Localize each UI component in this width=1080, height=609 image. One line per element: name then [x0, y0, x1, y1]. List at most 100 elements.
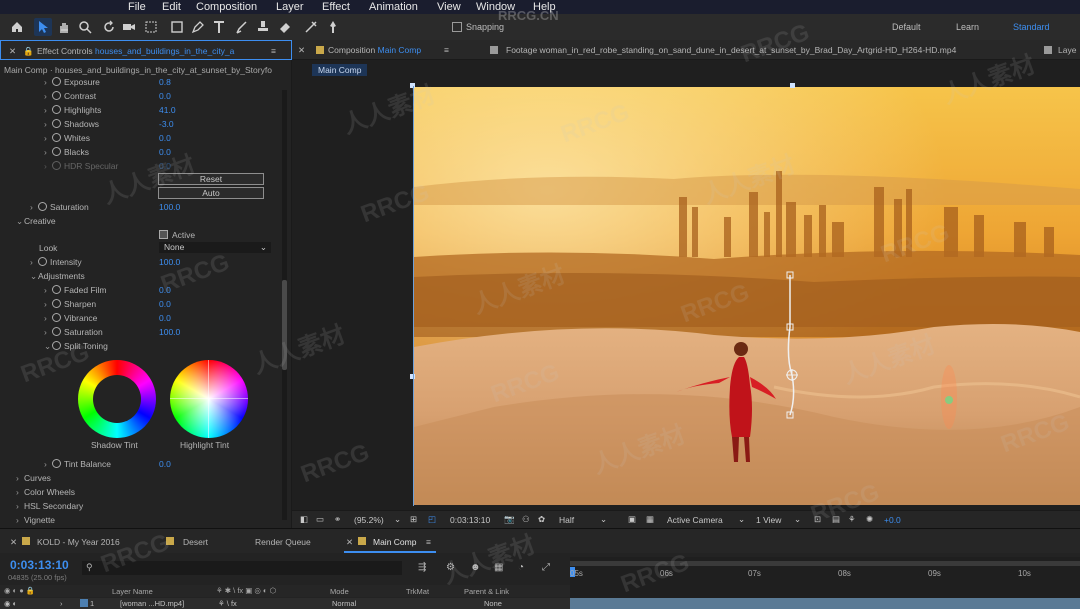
- intensity-value[interactable]: 100.0: [159, 257, 180, 267]
- hand-tool-icon[interactable]: [55, 18, 73, 36]
- adjust-prop-value[interactable]: 0.0: [159, 299, 171, 309]
- timeline-tab-render-queue[interactable]: Render Queue: [255, 537, 311, 547]
- shadow-tint-wheel[interactable]: [78, 360, 156, 438]
- comp-mini-flowchart-icon[interactable]: ⇶: [418, 562, 426, 573]
- layer-name-header[interactable]: Layer Name: [112, 587, 153, 596]
- stopwatch-icon[interactable]: [52, 77, 61, 86]
- layer-duration-bar[interactable]: [570, 598, 1080, 609]
- tone-prop-value[interactable]: 41.0: [159, 105, 176, 115]
- bounding-handle[interactable]: [790, 83, 795, 88]
- tone-prop-row[interactable]: › HDR Specular: [44, 161, 118, 174]
- effect-controls-tab[interactable]: Effect Controls houses_and_buildings_in_…: [37, 46, 234, 56]
- tone-prop-row[interactable]: › Contrast: [44, 91, 96, 104]
- stopwatch-icon[interactable]: [52, 313, 61, 322]
- layer-search-input[interactable]: ⚲: [82, 561, 402, 575]
- work-area-bar[interactable]: [570, 561, 1080, 566]
- graph-editor-icon[interactable]: ⤢: [542, 562, 550, 573]
- exposure-value[interactable]: +0.0: [884, 515, 901, 525]
- stopwatch-icon[interactable]: [52, 327, 61, 336]
- roto-brush-icon[interactable]: [302, 18, 320, 36]
- stopwatch-icon[interactable]: [52, 341, 61, 350]
- label-swatch[interactable]: [80, 599, 88, 607]
- resolution-value[interactable]: Half: [559, 515, 574, 525]
- stopwatch-icon[interactable]: [52, 119, 61, 128]
- pan-behind-icon[interactable]: [142, 18, 160, 36]
- time-ruler-area[interactable]: 05s 06s 07s 08s 09s 10s: [570, 557, 1080, 609]
- close-icon[interactable]: ✕: [9, 46, 16, 57]
- auto-button[interactable]: Auto: [158, 187, 264, 199]
- timeline-tab-kold[interactable]: KOLD - My Year 2016: [37, 537, 120, 547]
- frame-blending-icon[interactable]: ▦: [494, 562, 503, 573]
- menu-view[interactable]: View: [437, 0, 461, 14]
- parent-header[interactable]: Parent & Link: [464, 587, 509, 596]
- stopwatch-icon[interactable]: [52, 105, 61, 114]
- adjust-prop-value[interactable]: 0.0: [159, 313, 171, 323]
- tone-prop-value[interactable]: 0.0: [159, 161, 171, 171]
- close-icon[interactable]: ✕: [346, 537, 353, 548]
- shy-layers-icon[interactable]: ☻: [470, 562, 481, 573]
- zoom-tool-icon[interactable]: [76, 18, 94, 36]
- expand-arrow-icon[interactable]: ›: [44, 133, 52, 143]
- section-curves[interactable]: › Curves: [16, 473, 51, 486]
- adjustments-section[interactable]: ⌄Adjustments: [30, 271, 85, 284]
- stopwatch-icon[interactable]: [52, 161, 61, 170]
- clone-stamp-icon[interactable]: [254, 18, 272, 36]
- expand-arrow-icon[interactable]: ›: [44, 313, 52, 323]
- scrollbar-thumb[interactable]: [282, 280, 287, 370]
- saturation-row[interactable]: › Saturation: [30, 202, 89, 215]
- layer-name[interactable]: [woman ...HD.mp4]: [120, 599, 184, 608]
- tint-balance-value[interactable]: 0.0: [159, 459, 171, 469]
- mode-header[interactable]: Mode: [330, 587, 349, 596]
- rotate-tool-icon[interactable]: [100, 18, 118, 36]
- chevron-down-icon[interactable]: ⌄: [394, 514, 401, 525]
- reset-exposure-icon[interactable]: ✺: [866, 514, 873, 525]
- section-color-wheels[interactable]: › Color Wheels: [16, 487, 75, 500]
- composition-tab[interactable]: Composition Main Comp: [328, 45, 421, 55]
- camera-tool-icon[interactable]: [120, 18, 138, 36]
- tone-prop-row[interactable]: › Blacks: [44, 147, 89, 160]
- stopwatch-icon[interactable]: [52, 147, 61, 156]
- tone-prop-value[interactable]: 0.0: [159, 147, 171, 157]
- tone-prop-value[interactable]: 0.0: [159, 133, 171, 143]
- grid-icon[interactable]: ⊞: [410, 514, 417, 525]
- close-icon[interactable]: ✕: [298, 45, 305, 56]
- puppet-pin-icon[interactable]: [324, 18, 342, 36]
- expand-arrow-icon[interactable]: ›: [44, 299, 52, 309]
- tint-balance-row[interactable]: › Tint Balance: [44, 459, 111, 472]
- adjust-prop-value[interactable]: 100.0: [159, 327, 180, 337]
- timeline-timecode[interactable]: 0:03:13:10: [10, 558, 69, 572]
- menu-animation[interactable]: Animation: [369, 0, 418, 14]
- layer-tab[interactable]: Laye: [1058, 45, 1076, 55]
- show-snapshot-icon[interactable]: ⚇: [522, 514, 530, 525]
- visibility-icon[interactable]: ◉ ◐: [4, 599, 17, 608]
- timeline-tab-desert[interactable]: Desert: [183, 537, 208, 547]
- layer-switches-icon[interactable]: ⚘ \ fx: [218, 599, 237, 608]
- section-hsl-secondary[interactable]: › HSL Secondary: [16, 501, 83, 514]
- menu-composition[interactable]: Composition: [196, 0, 257, 14]
- menu-file[interactable]: File: [128, 0, 146, 14]
- adjust-prop-row[interactable]: › Sharpen: [44, 299, 96, 312]
- expand-arrow-icon[interactable]: ›: [44, 147, 52, 157]
- tone-prop-value[interactable]: 0.0: [159, 91, 171, 101]
- tone-prop-value[interactable]: -3.0: [159, 119, 174, 129]
- motion-blur-icon[interactable]: ◔: [518, 562, 524, 573]
- channel-icon[interactable]: ✿: [538, 514, 545, 525]
- draft-3d-icon[interactable]: ▤: [832, 514, 840, 525]
- scrollbar[interactable]: [282, 90, 287, 520]
- layer-parent[interactable]: None: [484, 599, 502, 608]
- intensity-row[interactable]: › Intensity: [30, 257, 82, 270]
- workspace-default[interactable]: Default: [892, 22, 921, 32]
- stopwatch-icon[interactable]: [38, 257, 47, 266]
- preview-icon[interactable]: ◧: [300, 514, 308, 525]
- roi-icon[interactable]: ▣: [628, 514, 636, 525]
- layer-mode[interactable]: Normal: [332, 599, 356, 608]
- zoom-value[interactable]: (95.2%): [354, 515, 384, 525]
- layer-row[interactable]: ◉ ◐ › 1 [woman ...HD.mp4] ⚘ \ fx Normal …: [0, 598, 570, 609]
- menu-effect[interactable]: Effect: [322, 0, 350, 14]
- close-icon[interactable]: ✕: [10, 537, 17, 548]
- composition-viewer[interactable]: [414, 87, 1080, 505]
- tone-prop-row[interactable]: › Shadows: [44, 119, 99, 132]
- split-toning-section[interactable]: ⌄ Split Toning: [44, 341, 108, 354]
- look-dropdown[interactable]: None ⌄: [159, 242, 271, 253]
- expand-arrow-icon[interactable]: ›: [44, 105, 52, 115]
